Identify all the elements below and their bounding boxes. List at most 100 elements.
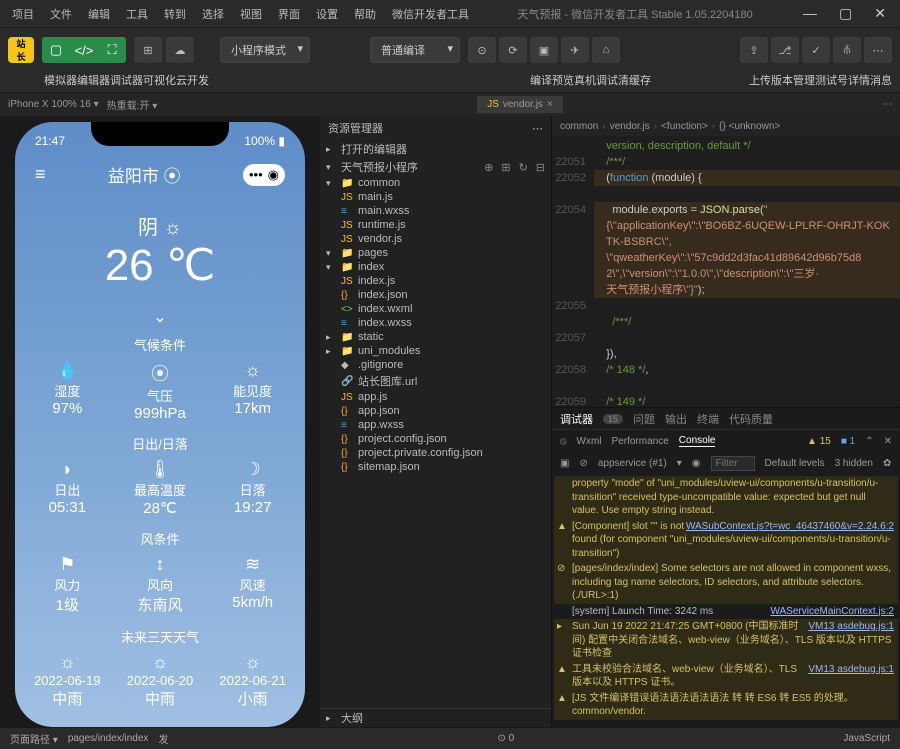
ban-icon[interactable]: ⦸ xyxy=(560,436,567,447)
right-toolbar-button[interactable]: ⫚ xyxy=(833,37,861,63)
file-node[interactable]: {}project.private.config.json xyxy=(320,446,551,460)
page-route-select[interactable]: 页面路径 ▾ xyxy=(10,731,58,746)
breadcrumb[interactable]: common›vendor.js›<function>›{} <unknown> xyxy=(552,116,900,136)
explorer-more-icon[interactable]: ⋯ xyxy=(532,122,543,135)
debug-tab[interactable]: 终端 xyxy=(697,411,719,427)
explorer-action-icon[interactable]: ⊕ xyxy=(484,161,493,174)
sidebar-icon[interactable]: ▣ xyxy=(560,458,569,469)
file-node[interactable]: 🔗站长图库.url xyxy=(320,372,551,390)
warning-count[interactable]: ▲ 15 xyxy=(807,436,831,447)
tab-performance[interactable]: Performance xyxy=(612,436,669,447)
menu-微信开发者工具[interactable]: 微信开发者工具 xyxy=(388,4,473,24)
open-editors-section[interactable]: ▸打开的编辑器 xyxy=(320,140,551,158)
breadcrumb-item[interactable]: <function> xyxy=(661,121,708,132)
editor-tab-vendor[interactable]: JS vendor.js × xyxy=(477,96,564,113)
city-title[interactable]: 益阳市 ⦿ xyxy=(108,162,181,187)
expand-arrow-icon[interactable]: ⌃ xyxy=(865,436,873,447)
compile-button[interactable]: ✈ xyxy=(561,37,589,63)
file-node[interactable]: ≡app.wxss xyxy=(320,418,551,432)
close-button[interactable]: ✕ xyxy=(868,5,892,22)
right-toolbar-button[interactable]: ✓ xyxy=(802,37,830,63)
file-node[interactable]: <>index.wxml xyxy=(320,302,551,316)
file-node[interactable]: JSapp.js xyxy=(320,390,551,404)
file-node[interactable]: ▸📁uni_modules xyxy=(320,344,551,358)
file-node[interactable]: JSindex.js xyxy=(320,274,551,288)
menu-icon[interactable]: ≡ xyxy=(35,164,46,185)
console-output[interactable]: property "mode" of "uni_modules/uview-ui… xyxy=(552,474,900,727)
menu-文件[interactable]: 文件 xyxy=(46,4,76,24)
view-toggle[interactable]: </> xyxy=(70,37,98,63)
editor-overflow-icon[interactable]: ⋯ xyxy=(882,99,892,110)
hot-reload-toggle[interactable]: 热重载:开 ▾ xyxy=(107,97,158,112)
panel-close-icon[interactable]: ✕ xyxy=(884,436,892,447)
levels-select[interactable]: Default levels xyxy=(765,458,825,469)
hidden-count[interactable]: 3 hidden xyxy=(835,458,873,469)
device-select[interactable]: iPhone X 100% 16 ▾ xyxy=(8,99,99,110)
file-node[interactable]: {}index.json xyxy=(320,288,551,302)
file-node[interactable]: ≡index.wxss xyxy=(320,316,551,330)
right-toolbar-button[interactable]: ⇪ xyxy=(740,37,768,63)
minimize-button[interactable]: — xyxy=(797,5,823,22)
code-editor[interactable]: 22051220522205422055220572205822059 vers… xyxy=(552,136,900,407)
compile-select[interactable]: 普通编译 xyxy=(370,37,460,63)
file-node[interactable]: JSvendor.js xyxy=(320,232,551,246)
debug-tab[interactable]: 输出 xyxy=(665,411,687,427)
menu-界面[interactable]: 界面 xyxy=(274,4,304,24)
explorer-action-icon[interactable]: ↻ xyxy=(519,161,528,174)
file-node[interactable]: JSruntime.js xyxy=(320,218,551,232)
breadcrumb-item[interactable]: {} <unknown> xyxy=(719,121,780,132)
file-node[interactable]: ▾📁index xyxy=(320,260,551,274)
file-node[interactable]: ▾📁common xyxy=(320,176,551,190)
maximize-button[interactable]: ▢ xyxy=(833,5,858,22)
eye-icon[interactable]: ◉ xyxy=(692,458,701,469)
menu-帮助[interactable]: 帮助 xyxy=(350,4,380,24)
file-node[interactable]: {}app.json xyxy=(320,404,551,418)
settings-icon[interactable]: ✿ xyxy=(883,458,891,469)
file-node[interactable]: ▾📁pages xyxy=(320,246,551,260)
menu-设置[interactable]: 设置 xyxy=(312,4,342,24)
context-select[interactable]: appservice (#1) xyxy=(598,458,667,469)
view-toggle[interactable]: ▢ xyxy=(42,37,70,63)
file-node[interactable]: ≡main.wxss xyxy=(320,204,551,218)
compile-button[interactable]: ⟳ xyxy=(499,37,527,63)
right-toolbar-button[interactable]: ⎇ xyxy=(771,37,799,63)
debug-tab[interactable]: 问题 xyxy=(633,411,655,427)
compile-button[interactable]: ⌂ xyxy=(592,37,620,63)
menu-选择[interactable]: 选择 xyxy=(198,4,228,24)
send-button[interactable]: 发 xyxy=(158,731,168,746)
file-node[interactable]: {}sitemap.json xyxy=(320,460,551,474)
breadcrumb-item[interactable]: common xyxy=(560,121,598,132)
mock-indicator[interactable]: ⊙ 0 xyxy=(498,733,515,744)
menu-转到[interactable]: 转到 xyxy=(160,4,190,24)
toolbar-button[interactable]: ⊞ xyxy=(134,37,162,63)
debug-tab[interactable]: 调试器 xyxy=(560,411,593,427)
expand-icon[interactable]: ⌄ xyxy=(21,307,299,327)
file-node[interactable]: ▸📁static xyxy=(320,330,551,344)
file-node[interactable]: JSmain.js xyxy=(320,190,551,204)
tab-close-icon[interactable]: × xyxy=(547,99,553,110)
capsule-button[interactable]: •••◉ xyxy=(243,164,285,186)
clear-icon[interactable]: ⊘ xyxy=(579,458,587,469)
outline-section[interactable]: ▸大纲 xyxy=(320,708,551,727)
view-toggle[interactable]: ⛶ xyxy=(98,37,126,63)
tab-wxml[interactable]: Wxml xyxy=(577,436,602,447)
explorer-action-icon[interactable]: ⊞ xyxy=(501,161,510,174)
filter-input[interactable] xyxy=(711,456,755,471)
tab-console[interactable]: Console xyxy=(679,435,716,447)
debug-tab[interactable]: 代码质量 xyxy=(729,411,773,427)
menu-项目[interactable]: 项目 xyxy=(8,4,38,24)
right-toolbar-button[interactable]: ⋯ xyxy=(864,37,892,63)
breadcrumb-item[interactable]: vendor.js xyxy=(610,121,650,132)
explorer-action-icon[interactable]: ⊟ xyxy=(536,161,545,174)
menu-视图[interactable]: 视图 xyxy=(236,4,266,24)
project-root[interactable]: ▾天气预报小程序 ⊕⊞↻⊟ xyxy=(320,158,551,176)
info-count[interactable]: ■ 1 xyxy=(841,436,855,447)
language-mode[interactable]: JavaScript xyxy=(843,733,890,744)
compile-button[interactable]: ▣ xyxy=(530,37,558,63)
toolbar-button[interactable]: ☁ xyxy=(166,37,194,63)
menu-工具[interactable]: 工具 xyxy=(122,4,152,24)
mode-select[interactable]: 小程序模式 xyxy=(220,37,310,63)
file-node[interactable]: ◆.gitignore xyxy=(320,358,551,372)
file-node[interactable]: {}project.config.json xyxy=(320,432,551,446)
menu-编辑[interactable]: 编辑 xyxy=(84,4,114,24)
